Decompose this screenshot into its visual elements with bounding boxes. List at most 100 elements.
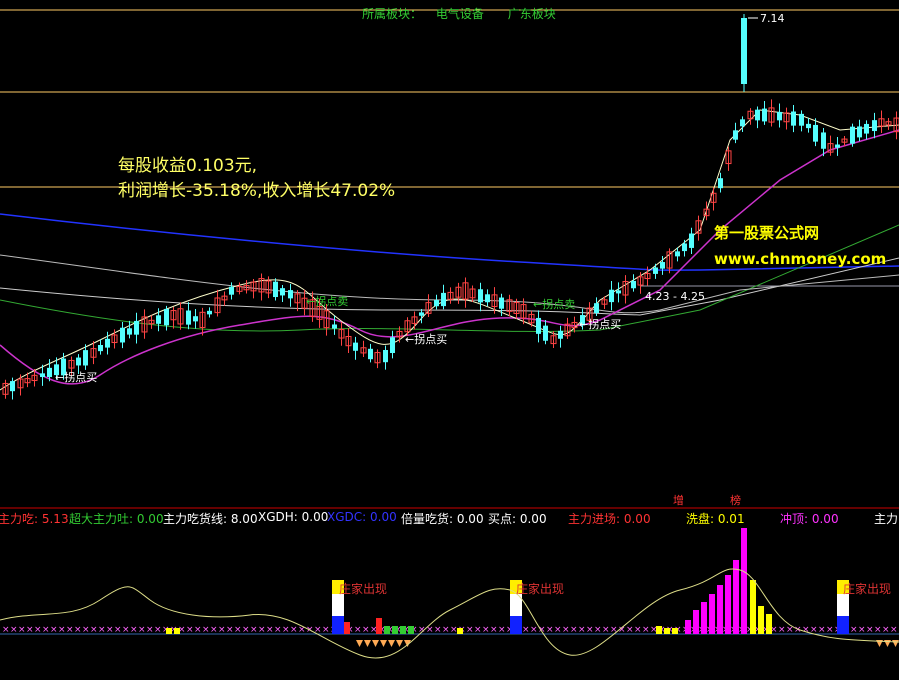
cross-marker: × (258, 625, 266, 635)
candle-body-down (10, 381, 15, 392)
candle-body-down (98, 344, 103, 352)
cross-marker: × (610, 625, 618, 635)
candle-body-down (755, 109, 760, 121)
cross-marker: × (562, 625, 570, 635)
candle-body-down (229, 286, 234, 295)
wash-bar (664, 628, 670, 634)
cross-marker: × (58, 625, 66, 635)
down-triangle-marker (372, 640, 379, 647)
down-triangle-marker (356, 640, 363, 647)
dealer-pillar-mid (332, 594, 344, 616)
ind-label-main-more: 主力 (874, 512, 899, 526)
candle-body-down (368, 348, 373, 360)
candle-body-down (186, 310, 191, 325)
watermark-url: www.chnmoney.com (714, 250, 887, 268)
candle-body-down (127, 328, 132, 335)
candle-body-down (288, 290, 293, 299)
candle-body-down (594, 303, 599, 313)
candle-body-down (653, 267, 658, 274)
cross-marker: × (210, 625, 218, 635)
dealer-tag-1: 庄家出现 (339, 582, 388, 596)
candle-body-down (733, 130, 738, 140)
bank-tag-left[interactable]: 增 (673, 492, 684, 508)
indicator-yellow-line (0, 568, 899, 659)
candle-body-down (660, 262, 665, 269)
wash-bar (766, 614, 772, 634)
green-signal-bar (400, 626, 406, 634)
sector-label: 所属板块： (362, 7, 423, 21)
dealer-pillar-mid (837, 594, 849, 616)
candle-body-down (193, 316, 198, 322)
candle-body-down (864, 123, 869, 134)
cross-marker: × (466, 625, 474, 635)
indicator-pane: × × × × × × × × × × × × × × × × × × × × × × × × × × × × × × × × × × × × × × × ×… (0, 528, 899, 647)
wash-bar (758, 606, 764, 634)
candle-body-down (156, 315, 161, 324)
candle-body-down (536, 317, 541, 334)
cross-marker: × (242, 625, 250, 635)
cross-marker: × (290, 625, 298, 635)
cross-marker: × (274, 625, 282, 635)
range-price-label: 4.23 - 4.25 (645, 290, 705, 303)
sector-guangdong[interactable]: 广东板块 (508, 7, 556, 21)
green-signal-bar (384, 626, 390, 634)
cross-marker: × (602, 625, 610, 635)
ind-label-accum-line: 主力吃货线: 8.00 (163, 512, 258, 526)
wash-bar (457, 628, 463, 634)
wash-bar (166, 628, 172, 634)
candle-body-down (682, 243, 687, 252)
cross-marker: × (882, 625, 890, 635)
cross-marker: × (18, 625, 26, 635)
ind-label-buy-point: 买点: 0.00 (488, 512, 547, 526)
high-price-label: 7.14 (760, 12, 785, 25)
signal-sell-1: ←拐点卖 (306, 295, 349, 308)
main-buy-bar (733, 560, 739, 634)
sector-electrical[interactable]: 电气设备 (436, 7, 484, 21)
cross-marker: × (482, 625, 490, 635)
candle-body-down (835, 144, 840, 148)
cross-marker: × (10, 625, 18, 635)
cross-marker: × (98, 625, 106, 635)
candle-body-down (850, 126, 855, 144)
bank-tag-right[interactable]: 榜 (730, 492, 741, 508)
candle-body-down (799, 113, 804, 126)
cross-marker: × (34, 625, 42, 635)
wash-bar (672, 628, 678, 634)
cross-marker: × (866, 625, 874, 635)
wash-bar (174, 628, 180, 634)
cross-marker: × (530, 625, 538, 635)
candle-body-down (675, 251, 680, 257)
candle-body-down (499, 297, 504, 309)
candle-body-down (40, 373, 45, 378)
candle-body-down (164, 308, 169, 326)
cross-marker: × (154, 625, 162, 635)
signal-buy-3: ←拐点买 (579, 318, 622, 331)
candle-body-down (740, 119, 745, 127)
down-triangle-marker (396, 640, 403, 647)
ind-label-xgdc: XGDC: 0.00 (327, 510, 397, 524)
green-signal-bar (408, 626, 414, 634)
kline-chart-canvas[interactable]: × × × × × × × × × × × × × × × × × × × × × × × × × × × × × × × × × × × × × × × ×… (0, 0, 899, 680)
candle-body-down (47, 367, 52, 378)
watermark-cn: 第一股票公式网 (714, 224, 820, 242)
cross-marker: × (490, 625, 498, 635)
cross-marker: × (2, 625, 10, 635)
candle-body-down (207, 310, 212, 315)
main-buy-bar (725, 575, 731, 634)
cross-marker: × (474, 625, 482, 635)
cross-marker: × (42, 625, 50, 635)
dealer-pillar-bottom (837, 616, 849, 634)
cross-marker: × (434, 625, 442, 635)
cross-marker: × (114, 625, 122, 635)
cross-marker: × (50, 625, 58, 635)
main-buy-bar (717, 585, 723, 634)
cross-marker: × (186, 625, 194, 635)
cross-marker: × (858, 625, 866, 635)
candle-body-down (134, 320, 139, 335)
main-buy-bar (693, 610, 699, 634)
ind-label-xgdh: XGDH: 0.00 (258, 510, 329, 524)
wash-bar (656, 626, 662, 634)
ind-label-wash: 洗盘: 0.01 (686, 512, 745, 526)
cross-marker: × (818, 625, 826, 635)
sector-header: 所属板块： 电气设备 广东板块 (362, 5, 556, 22)
